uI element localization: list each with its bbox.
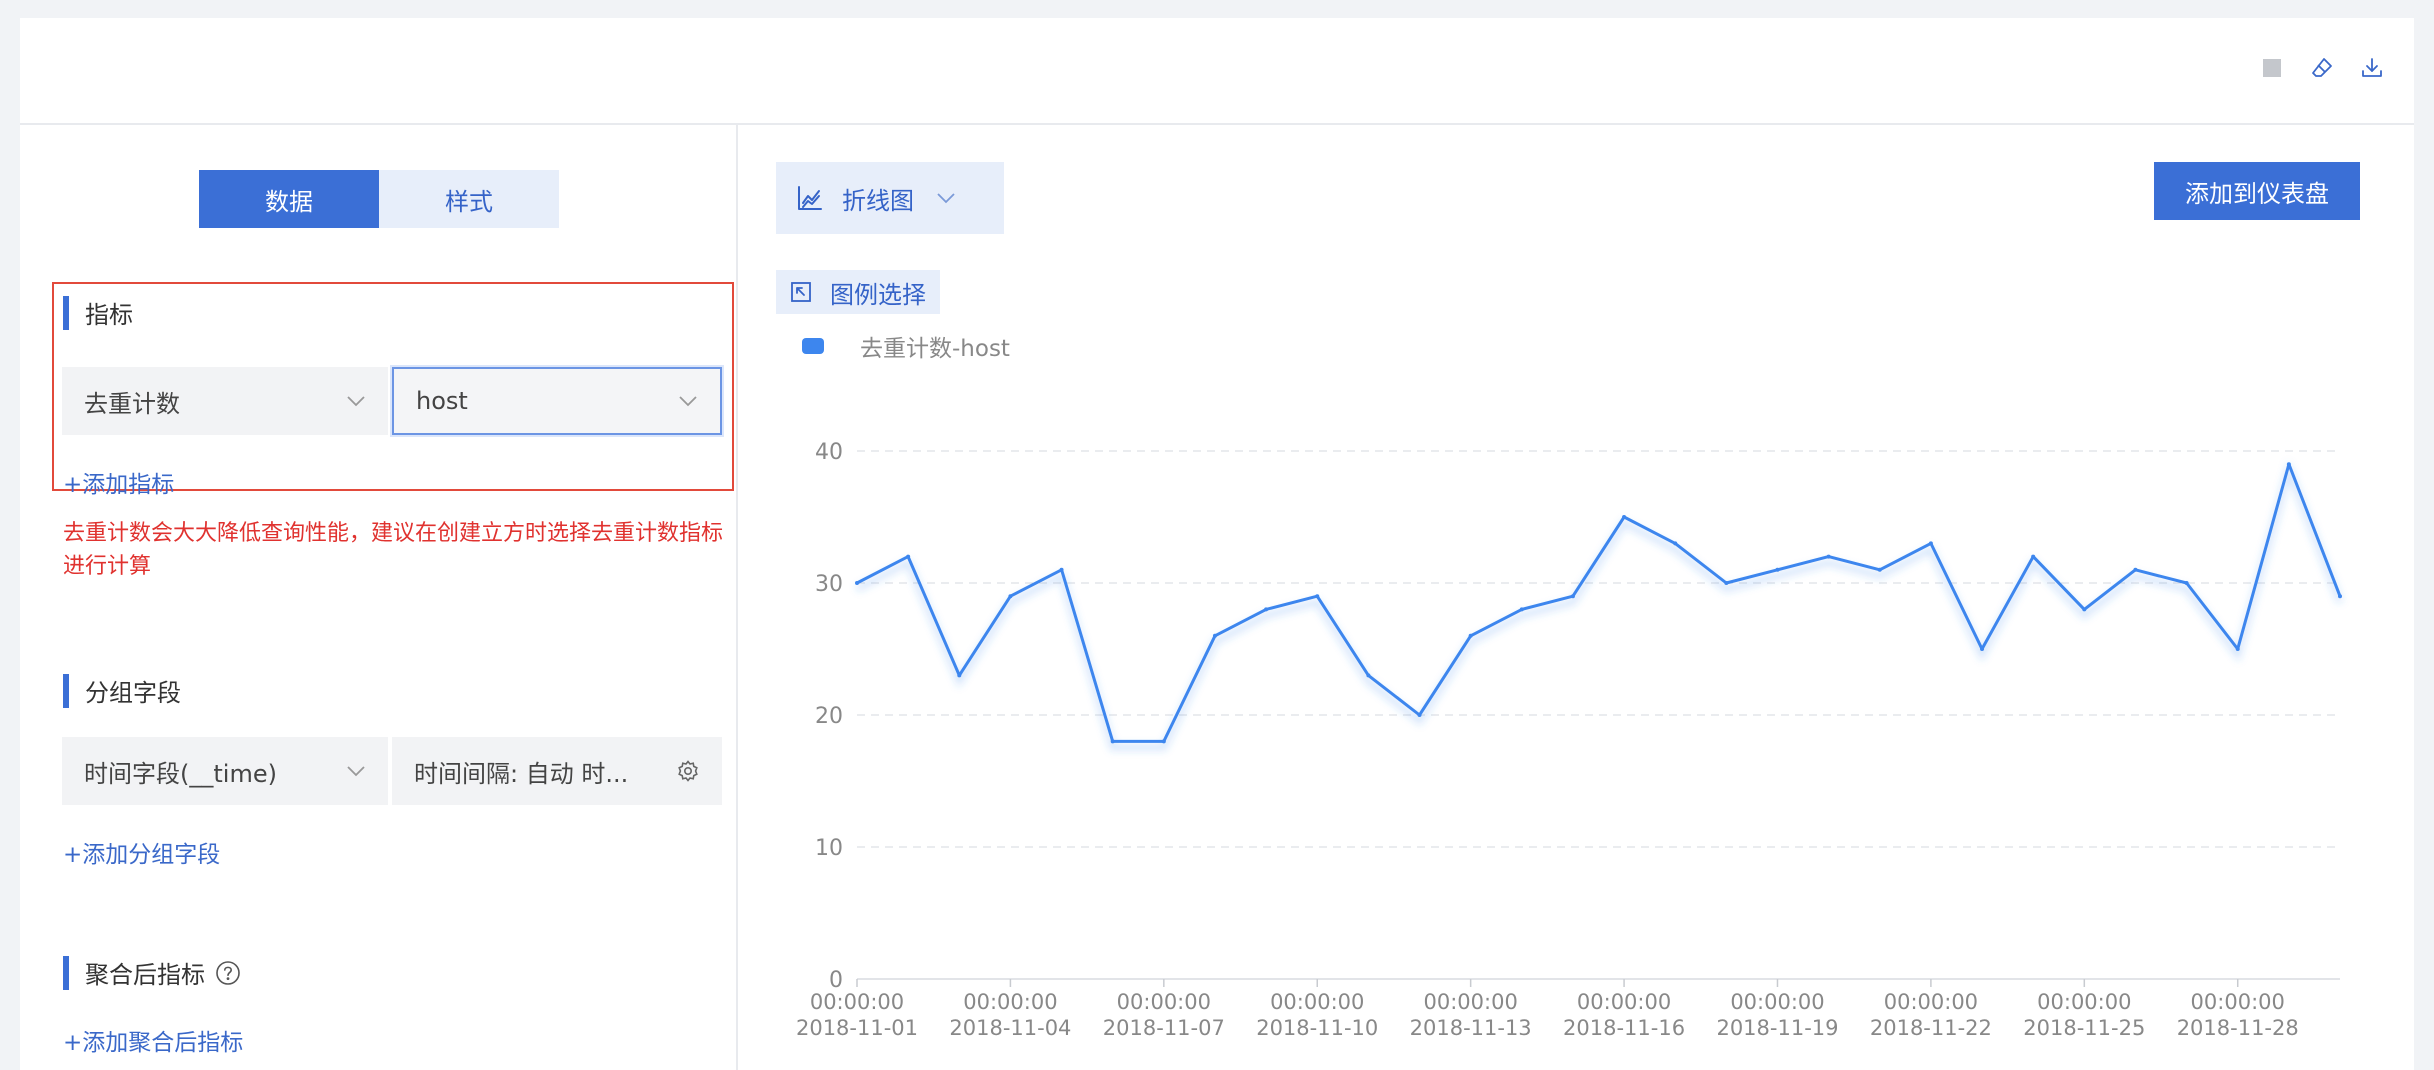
x-tick-label: 2018-11-22 <box>1870 1016 1992 1040</box>
data-point <box>1570 594 1575 599</box>
data-point <box>1724 581 1729 585</box>
data-point <box>1980 647 1985 651</box>
group-title-text: 分组字段 <box>85 679 181 707</box>
x-tick-label: 00:00:00 <box>963 990 1057 1014</box>
data-point <box>2031 554 2036 559</box>
post-agg-title: 聚合后指标 <box>63 955 241 990</box>
line-chart: 01020304000:00:002018-11-0100:00:002018-… <box>796 440 2343 1040</box>
x-tick-label: 00:00:00 <box>1730 990 1824 1014</box>
config-tabs: 数据 样式 <box>199 170 559 228</box>
data-point <box>855 581 859 585</box>
group-title: 分组字段 <box>63 673 181 708</box>
x-tick-label: 00:00:00 <box>1423 990 1517 1014</box>
data-point <box>1519 607 1524 612</box>
x-tick-label: 2018-11-10 <box>1256 1016 1378 1040</box>
data-point <box>1059 567 1064 572</box>
metrics-title: 指标 <box>63 295 133 330</box>
x-tick-label: 00:00:00 <box>1884 990 1978 1014</box>
x-tick-label: 2018-11-28 <box>2177 1016 2299 1040</box>
data-point <box>906 554 911 559</box>
y-tick-label: 20 <box>815 704 843 729</box>
data-point <box>2338 594 2342 599</box>
query-panel: 数据 样式 指标 去重计数 host +添加指标 去重计数会大大降低查询性能，建… <box>20 18 2414 1070</box>
download-icon[interactable] <box>2360 56 2384 80</box>
chevron-down-icon <box>679 396 697 407</box>
data-point <box>1315 594 1320 599</box>
data-point <box>1161 739 1166 744</box>
x-tick-label: 00:00:00 <box>1117 990 1211 1014</box>
help-icon[interactable] <box>215 960 241 986</box>
time-interval-select[interactable]: 时间间隔: 自动 时... <box>392 737 722 805</box>
data-point <box>1008 594 1013 599</box>
data-point <box>1110 739 1115 744</box>
group-field-value: 时间字段(__time) <box>84 759 277 788</box>
y-tick-label: 30 <box>815 572 843 597</box>
x-tick-label: 2018-11-25 <box>2023 1016 2145 1040</box>
data-point <box>2082 607 2087 612</box>
x-tick-label: 00:00:00 <box>2037 990 2131 1014</box>
y-tick-label: 40 <box>815 440 843 465</box>
toolbar-icons <box>2260 56 2384 80</box>
tab-data[interactable]: 数据 <box>199 170 379 228</box>
post-agg-title-text: 聚合后指标 <box>85 961 205 989</box>
series-line <box>856 462 2342 743</box>
stop-icon[interactable] <box>2260 56 2284 80</box>
x-tick-label: 00:00:00 <box>1577 990 1671 1014</box>
metric-field-value: host <box>416 387 468 415</box>
chart-panel: 折线图 添加到仪表盘 图例选择 去重计数-host 0 10 20 30 40 00:00… <box>740 125 2414 1070</box>
aggregation-select[interactable]: 去重计数 <box>62 367 388 435</box>
x-tick-label: 2018-11-01 <box>796 1016 918 1040</box>
section-marker <box>63 295 69 330</box>
section-marker <box>63 673 69 708</box>
x-tick-label: 2018-11-16 <box>1563 1016 1685 1040</box>
eraser-icon[interactable] <box>2310 56 2334 80</box>
data-point <box>1775 567 1780 572</box>
section-marker <box>63 955 69 990</box>
data-point <box>1826 554 1831 559</box>
add-post-agg-link[interactable]: +添加聚合后指标 <box>63 1023 243 1057</box>
x-tick-label: 2018-11-19 <box>1716 1016 1838 1040</box>
data-point <box>1468 633 1473 638</box>
x-tick-label: 2018-11-07 <box>1103 1016 1225 1040</box>
metric-field-select[interactable]: host <box>392 367 722 435</box>
data-point <box>2235 647 2240 651</box>
data-point <box>1212 633 1217 638</box>
data-point <box>1417 713 1422 717</box>
x-tick-label: 00:00:00 <box>810 990 904 1014</box>
group-field-select[interactable]: 时间字段(__time) <box>62 737 388 805</box>
distinct-count-warning: 去重计数会大大降低查询性能，建议在创建立方时选择去重计数指标进行计算 <box>63 521 724 579</box>
x-tick-label: 2018-11-13 <box>1410 1016 1532 1040</box>
add-metric-link[interactable]: +添加指标 <box>63 465 174 499</box>
data-point <box>1877 567 1882 572</box>
config-panel: 数据 样式 指标 去重计数 host +添加指标 去重计数会大大降低查询性能，建… <box>20 125 738 1070</box>
x-tick-label: 00:00:00 <box>2191 990 2285 1014</box>
data-point <box>2286 462 2291 467</box>
data-point <box>2184 581 2189 585</box>
panel-toolbar <box>20 18 2414 125</box>
metrics-title-text: 指标 <box>85 301 133 329</box>
data-point <box>1622 515 1627 519</box>
add-group-field-link[interactable]: +添加分组字段 <box>63 835 220 869</box>
data-point <box>1673 541 1678 546</box>
series-line-shadow <box>855 460 2343 751</box>
chevron-down-icon <box>347 396 365 407</box>
data-point <box>1264 607 1269 612</box>
time-interval-value: 时间间隔: 自动 时... <box>414 759 629 788</box>
chevron-down-icon <box>347 766 365 777</box>
data-point <box>1928 541 1933 546</box>
data-point <box>2133 567 2138 572</box>
data-point <box>1366 673 1371 678</box>
x-tick-label: 00:00:00 <box>1270 990 1364 1014</box>
x-tick-label: 2018-11-04 <box>949 1016 1071 1040</box>
aggregation-value: 去重计数 <box>84 389 180 418</box>
tab-style[interactable]: 样式 <box>379 170 559 228</box>
y-tick-label: 10 <box>815 836 843 861</box>
data-point <box>957 673 962 678</box>
gear-icon[interactable] <box>676 759 700 783</box>
